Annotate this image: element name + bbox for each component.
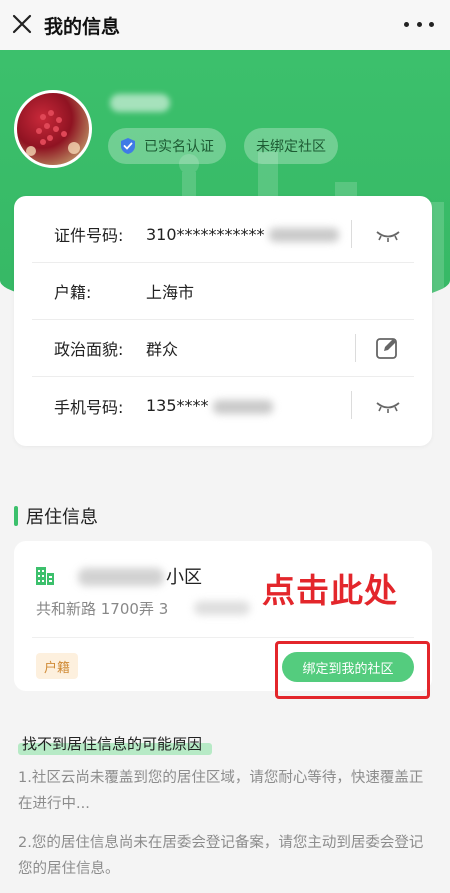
phone-value: 135**** [146, 396, 273, 415]
click-here-annotation: 点击此处 [262, 571, 398, 610]
reasons-title: 找不到居住信息的可能原因 [18, 733, 213, 755]
avatar[interactable] [14, 90, 92, 168]
building-icon [36, 565, 54, 585]
address-redacted [194, 601, 250, 615]
household-tag: 户籍 [36, 653, 79, 679]
personal-info-card: 证件号码: 310*********** 户籍: 上海市 政治面貌: 群众 手机… [14, 196, 432, 446]
user-name-redacted [110, 94, 170, 112]
info-row-political-status: 政治面貌: 群众 [32, 320, 414, 377]
highlight-box [275, 641, 430, 699]
verified-badge: 已实名认证 [108, 128, 226, 164]
reasons-title-text: 找不到居住信息的可能原因 [22, 735, 203, 753]
community-status-label: 未绑定社区 [256, 139, 326, 155]
political-status-value: 群众 [146, 340, 179, 359]
info-row-phone: 手机号码: 135**** [32, 377, 414, 434]
close-icon[interactable] [10, 12, 34, 36]
reason-item: 2.您的居住信息尚未在居委会登记备案，请您主动到居委会登记您的居住信息。 [18, 835, 424, 877]
community-status-badge[interactable]: 未绑定社区 [244, 128, 338, 164]
reason-item: 1.社区云尚未覆盖到您的居住区域，请您耐心等待，快速覆盖正在进行中... [18, 770, 424, 812]
verified-badge-label: 已实名认证 [144, 139, 214, 155]
household-label: 户籍: [54, 283, 92, 302]
info-row-household: 户籍: 上海市 [32, 263, 414, 320]
residence-name: 小区 [166, 567, 202, 588]
household-value: 上海市 [146, 283, 195, 302]
page-title: 我的信息 [44, 16, 121, 38]
eye-closed-icon[interactable] [374, 221, 402, 247]
id-number-label: 证件号码: [54, 226, 124, 245]
political-status-label: 政治面貌: [54, 340, 124, 359]
id-number-value: 310*********** [146, 225, 339, 244]
residence-name-redacted [78, 568, 164, 586]
residence-address: 共和新路 1700弄 3 [36, 600, 169, 618]
phone-label: 手机号码: [54, 397, 124, 417]
residence-section-title: 居住信息 [14, 505, 98, 528]
top-bar: 我的信息 [0, 0, 450, 50]
edit-icon[interactable] [374, 335, 402, 361]
eye-closed-icon[interactable] [374, 392, 402, 418]
more-icon[interactable] [404, 12, 434, 36]
info-row-id-number: 证件号码: 310*********** [32, 206, 414, 263]
shield-check-icon [121, 138, 135, 154]
